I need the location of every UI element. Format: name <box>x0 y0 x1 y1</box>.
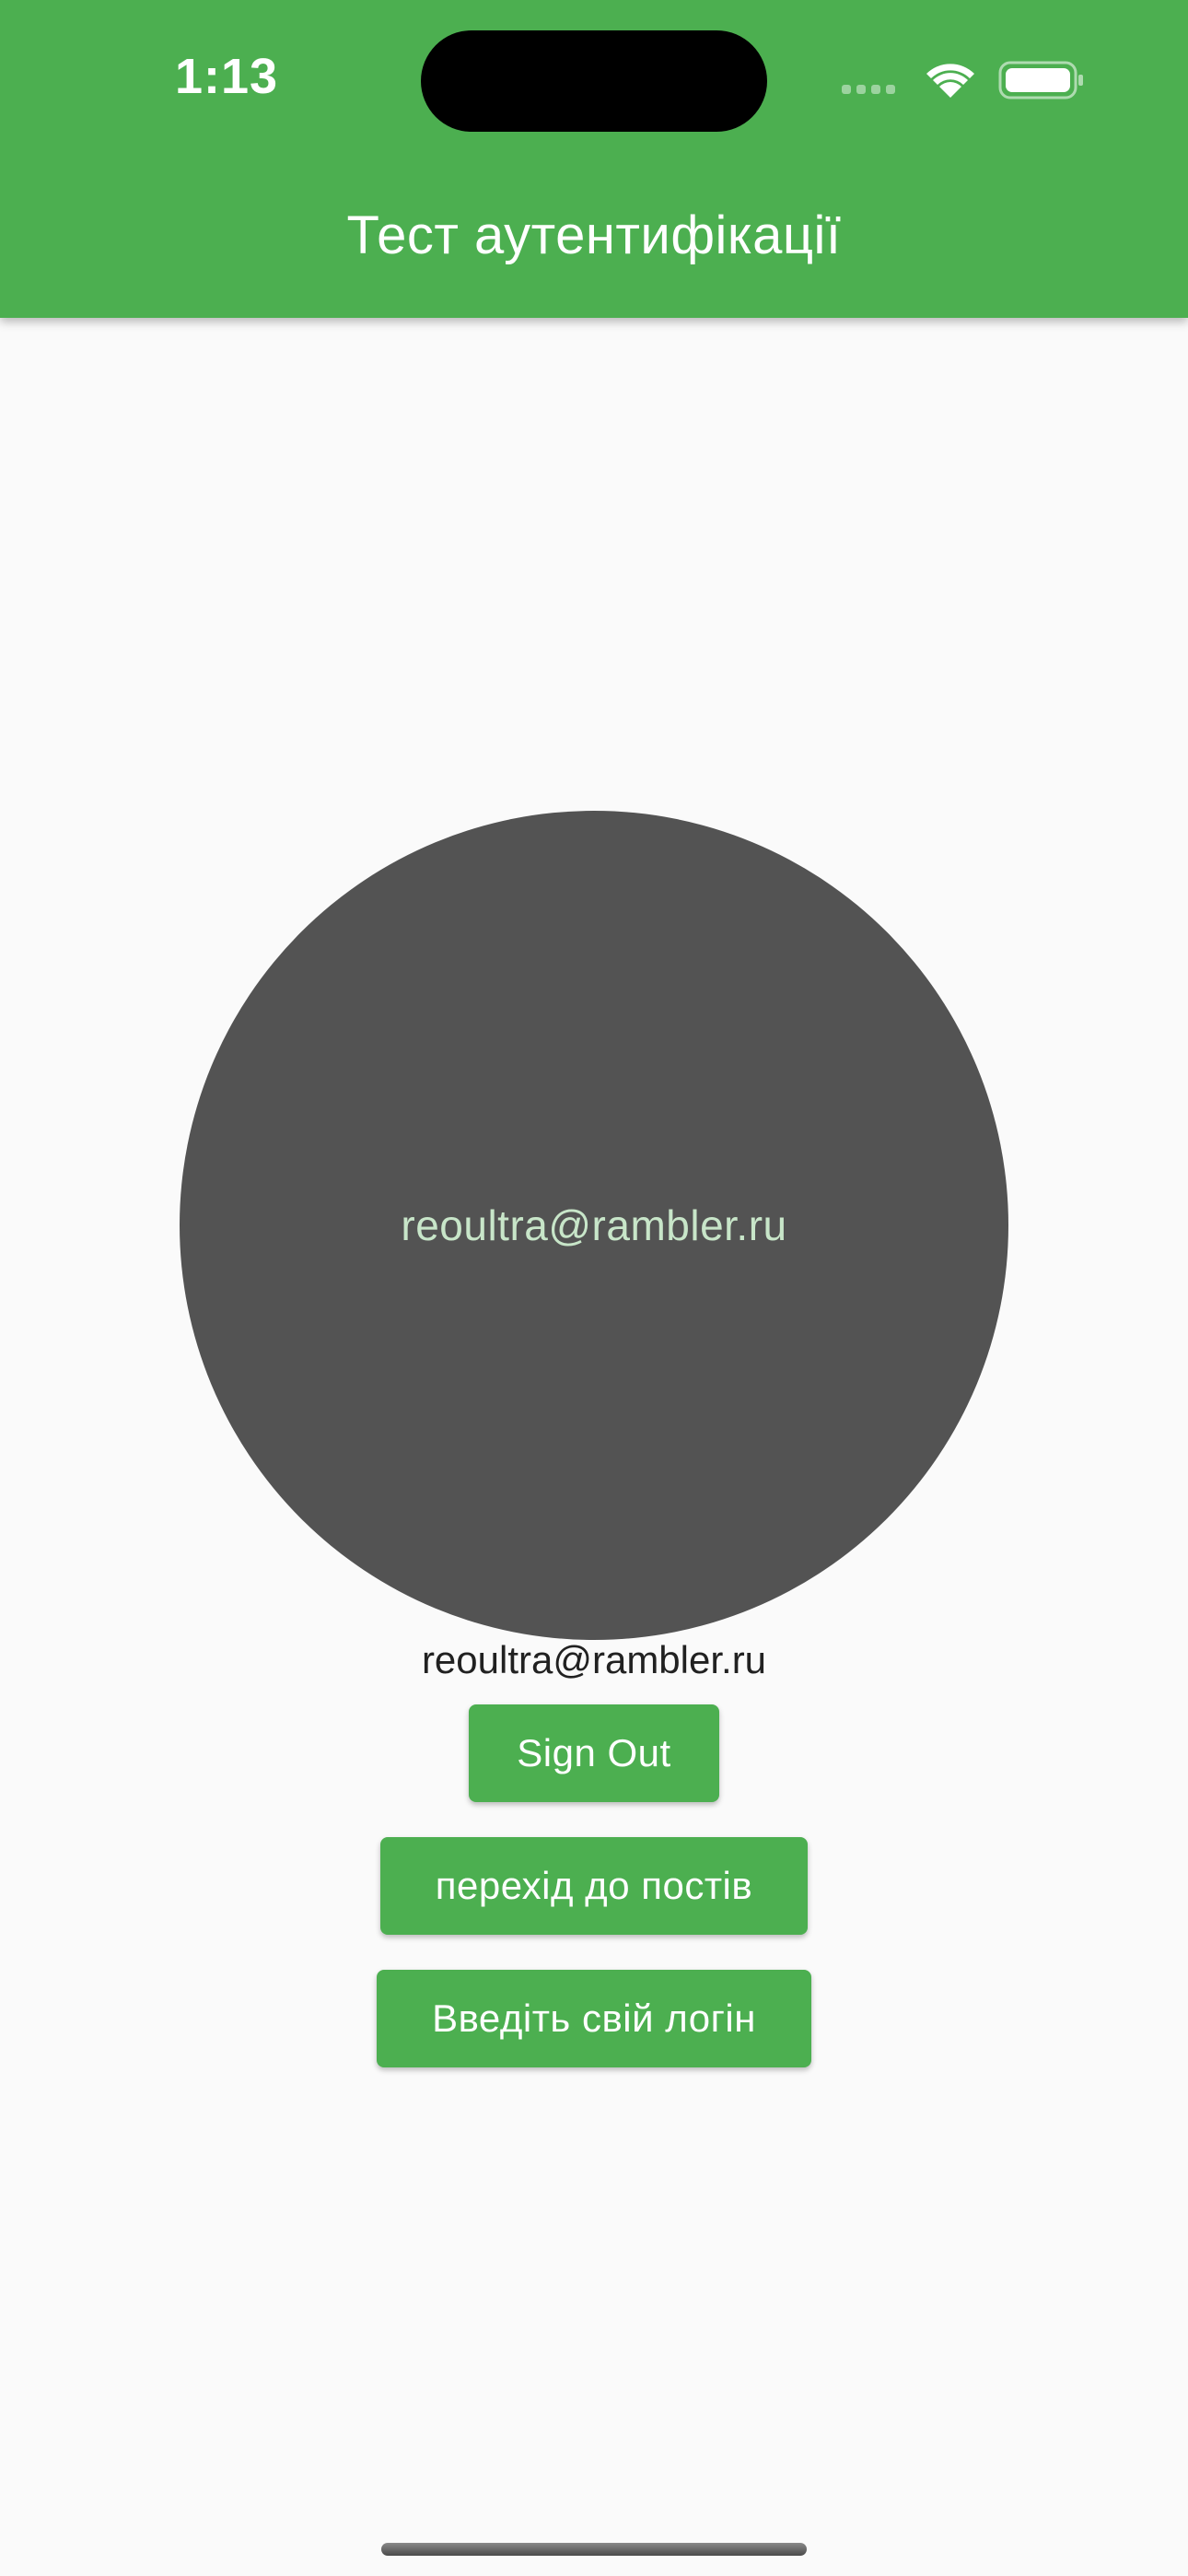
avatar-text: reoultra@rambler.ru <box>401 1201 787 1249</box>
dynamic-island <box>421 30 767 132</box>
enter-login-button[interactable]: Введіть свій логін <box>377 1970 811 2067</box>
status-time: 1:13 <box>175 49 279 104</box>
avatar: reoultra@rambler.ru <box>180 811 1008 1640</box>
status-icons <box>840 55 1089 103</box>
user-email: reoultra@rambler.ru <box>421 1638 767 1681</box>
home-indicator[interactable] <box>381 2543 807 2556</box>
app-bar: 1:13 Тест аутентифікації <box>0 0 1188 318</box>
wifi-icon <box>926 64 974 98</box>
sign-out-button[interactable]: Sign Out <box>469 1704 719 1802</box>
battery-icon <box>998 61 1083 100</box>
cellular-signal-icon <box>842 85 895 94</box>
app-title: Тест аутентифікації <box>346 205 842 265</box>
go-to-posts-button[interactable]: перехід до постів <box>380 1837 808 1935</box>
